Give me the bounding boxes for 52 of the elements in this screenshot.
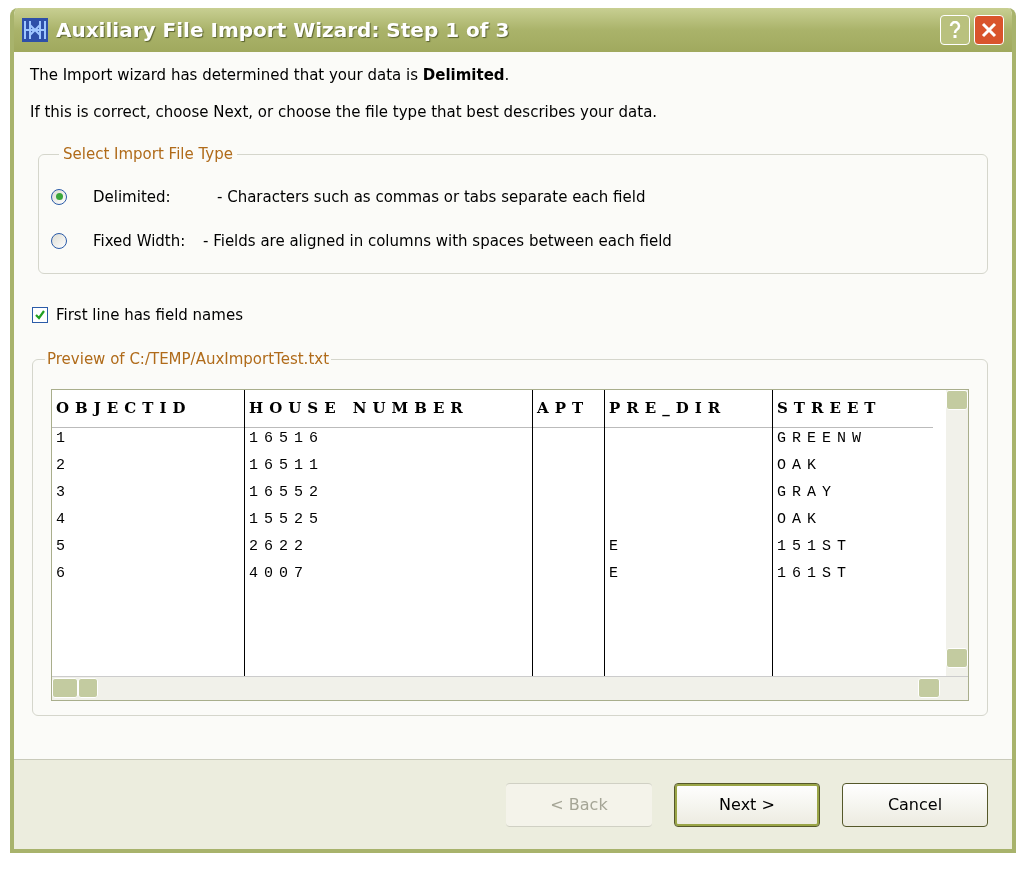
window-title: Auxiliary File Import Wizard: Step 1 of 3 <box>56 17 511 44</box>
table-cell-text: 4007 <box>248 563 310 584</box>
column-header: OBJECTID <box>52 389 244 428</box>
radio-button[interactable] <box>51 233 67 250</box>
help-icon <box>949 21 961 39</box>
table-cell-text: 3 <box>55 482 72 503</box>
table-cell-text: 15525 <box>248 509 325 530</box>
close-icon <box>981 22 997 38</box>
table-cell-text: 16552 <box>248 482 325 503</box>
close-button[interactable] <box>974 15 1004 45</box>
column-header: APT <box>533 389 604 428</box>
scroll-thumb[interactable] <box>78 678 98 698</box>
horizontal-scrollbar[interactable] <box>52 675 968 700</box>
table-cell-text: 151ST <box>776 536 853 557</box>
table-cell-text: 4 <box>55 509 72 530</box>
group-legend: Preview of C:/TEMP/AuxImportTest.txt <box>45 348 332 371</box>
table-cell-text: E <box>608 563 625 584</box>
column-header: STREET <box>773 389 933 428</box>
option-label: Delimited: <box>93 186 172 208</box>
app-icon <box>22 18 48 42</box>
column-header: PRE_DIR <box>605 389 772 428</box>
table-cell-text: 16511 <box>248 455 325 476</box>
checkbox-label: First line has field names <box>56 304 243 326</box>
radio-button[interactable] <box>51 188 67 205</box>
column-header: HOUSE NUMBER <box>245 389 532 428</box>
scroll-left-button[interactable] <box>52 678 78 698</box>
table-cell-text: OAK <box>776 509 823 530</box>
checkbox[interactable] <box>32 306 48 323</box>
table-cell-text: 1 <box>55 428 72 449</box>
table-cell-text: E <box>608 536 625 557</box>
table-cell-text: 5 <box>55 536 72 557</box>
help-button[interactable] <box>940 15 970 45</box>
group-legend: Select Import File Type <box>59 143 237 166</box>
table-cell-text: 2622 <box>248 536 310 557</box>
vertical-scrollbar[interactable] <box>946 389 968 676</box>
intro-text: If this is correct, choose Next, or choose the file type that best describes your data. <box>30 101 659 123</box>
wizard-button[interactable]: Cancel <box>842 782 988 827</box>
table-cell-text: 2 <box>55 455 72 476</box>
wizard-button[interactable]: Next > <box>674 782 820 827</box>
table-cell-text: GREENW <box>776 428 868 449</box>
table-cell-text: 6 <box>55 563 72 584</box>
intro-text: The Import wizard has determined that your data is Delimited. <box>30 65 511 86</box>
table-cell-text: 161ST <box>776 563 853 584</box>
scroll-up-button[interactable] <box>946 389 968 410</box>
scroll-right-button[interactable] <box>918 678 940 698</box>
table-cell-text: 16516 <box>248 428 325 449</box>
table-cell-text: GRAY <box>776 482 838 503</box>
option-description: - Characters such as commas or tabs separate each field <box>217 186 646 208</box>
scroll-down-button[interactable] <box>946 647 968 668</box>
option-description: - Fields are aligned in columns with spaces between each field <box>203 231 672 252</box>
option-label: Fixed Width: <box>93 231 187 252</box>
table-cell-text: OAK <box>776 455 823 476</box>
